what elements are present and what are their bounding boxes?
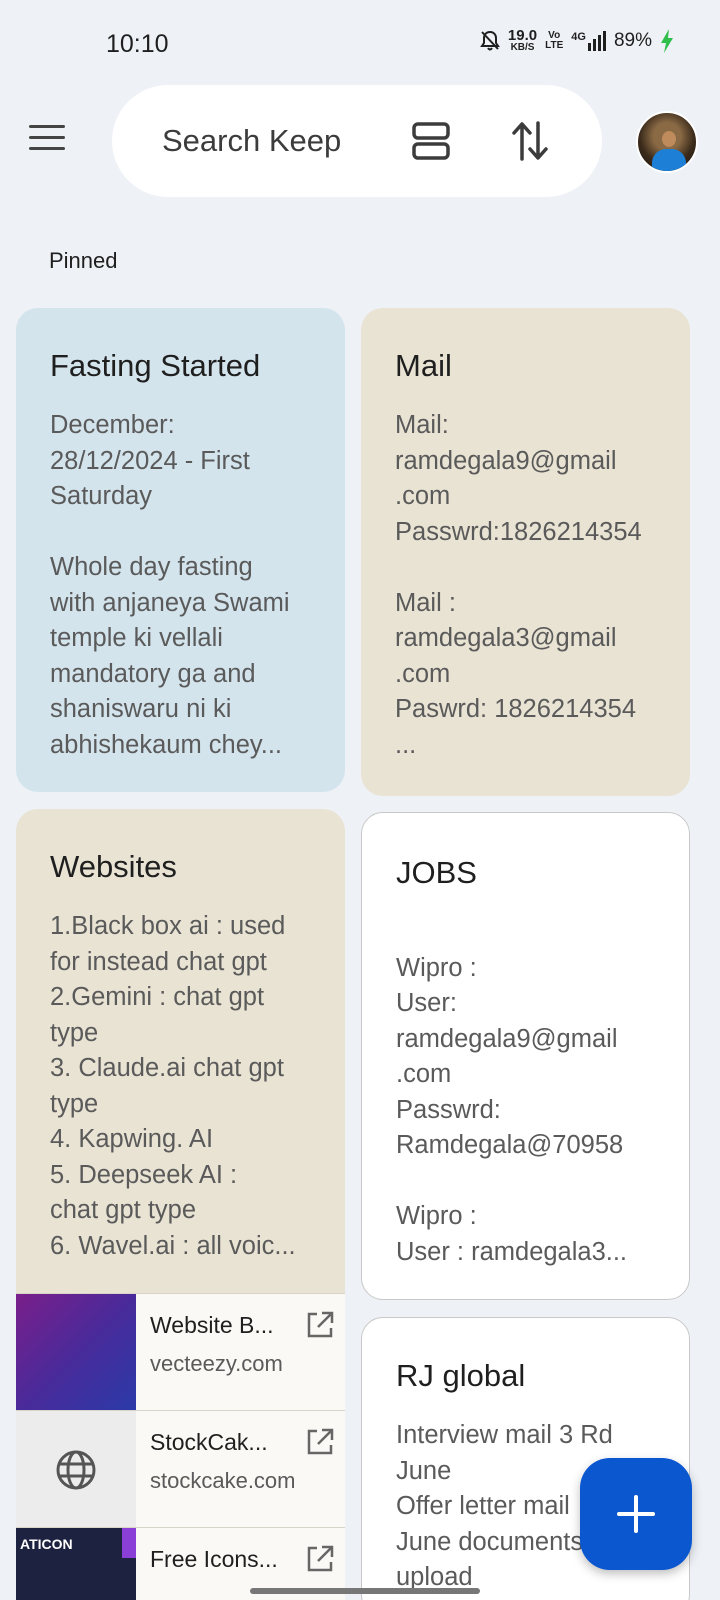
avatar-body: [652, 149, 686, 171]
globe-icon: [56, 1450, 96, 1489]
charging-bolt-icon: [661, 28, 673, 53]
note-body: Mail: ramdegala9@gmail .com Passwrd:1826…: [395, 411, 642, 759]
thumbnail-text: ATICON: [20, 1536, 73, 1552]
battery-percent: 89%: [613, 29, 652, 51]
link-title: Free Icons...: [150, 1546, 278, 1572]
open-link-icon[interactable]: [305, 1427, 335, 1457]
plus-icon: [617, 1495, 655, 1533]
sort-icon[interactable]: [510, 119, 550, 163]
note-title: Fasting Started: [50, 348, 261, 383]
search-bar[interactable]: Search Keep: [112, 85, 602, 197]
link-title: StockCak...: [150, 1429, 268, 1455]
dnd-bell-off-icon: [480, 30, 500, 50]
speed-unit: KB/S: [510, 42, 535, 53]
note-title: Websites: [50, 849, 177, 884]
status-bar: 10:10 19.0 KB/S Vo LTE 4G 89%: [0, 0, 720, 90]
note-body: 1.Black box ai : used for instead chat g…: [50, 912, 296, 1260]
link-thumbnail: [16, 1411, 136, 1528]
menu-button[interactable]: [22, 117, 72, 157]
link-domain: vecteezy.com: [150, 1351, 283, 1376]
note-card[interactable]: JOBS Wipro : User: ramdegala9@gmail .com…: [361, 812, 690, 1300]
link-thumbnail: [16, 1294, 136, 1411]
hamburger-line: [29, 146, 65, 150]
status-time: 10:10: [106, 30, 169, 58]
network-type: 4G: [571, 30, 586, 43]
note-body: Wipro : User: ramdegala9@gmail .com Pass…: [396, 953, 628, 1266]
open-link-icon[interactable]: [305, 1310, 335, 1340]
link-preview[interactable]: StockCak... stockcake.com: [16, 1410, 345, 1528]
link-title: Website B...: [150, 1312, 274, 1338]
note-body: December: 28/12/2024 - First Saturday Wh…: [50, 411, 290, 759]
note-title: Mail: [395, 348, 452, 383]
link-domain: stockcake.com: [150, 1468, 296, 1493]
avatar-head: [662, 131, 676, 147]
gesture-home-bar[interactable]: [250, 1588, 480, 1594]
link-preview[interactable]: Website B... vecteezy.com: [16, 1293, 345, 1411]
hamburger-line: [29, 135, 65, 139]
pinned-section-label: Pinned: [49, 248, 118, 273]
note-card[interactable]: Websites 1.Black box ai : used for inste…: [16, 809, 345, 1600]
volte-top: Vo: [548, 29, 561, 41]
speed-value: 19.0: [507, 27, 538, 44]
link-thumbnail: ATICON: [16, 1528, 136, 1600]
volte-bottom: LTE: [545, 39, 564, 51]
signal-icon: 4G: [571, 30, 606, 51]
note-title: RJ global: [396, 1358, 526, 1393]
new-note-button[interactable]: [580, 1458, 692, 1570]
account-avatar[interactable]: [636, 111, 698, 173]
note-title: JOBS: [396, 855, 477, 890]
status-icons: 19.0 KB/S Vo LTE 4G 89%: [480, 28, 674, 53]
note-card[interactable]: Fasting Started December: 28/12/2024 - F…: [16, 308, 345, 792]
open-link-icon[interactable]: [305, 1544, 335, 1574]
network-speed: 19.0 KB/S: [508, 28, 537, 53]
list-view-toggle-icon[interactable]: [412, 121, 450, 161]
note-card[interactable]: Mail Mail: ramdegala9@gmail .com Passwrd…: [361, 308, 690, 796]
volte-indicator: Vo LTE: [545, 29, 564, 51]
search-input[interactable]: Search Keep: [162, 123, 341, 159]
hamburger-line: [29, 124, 65, 128]
